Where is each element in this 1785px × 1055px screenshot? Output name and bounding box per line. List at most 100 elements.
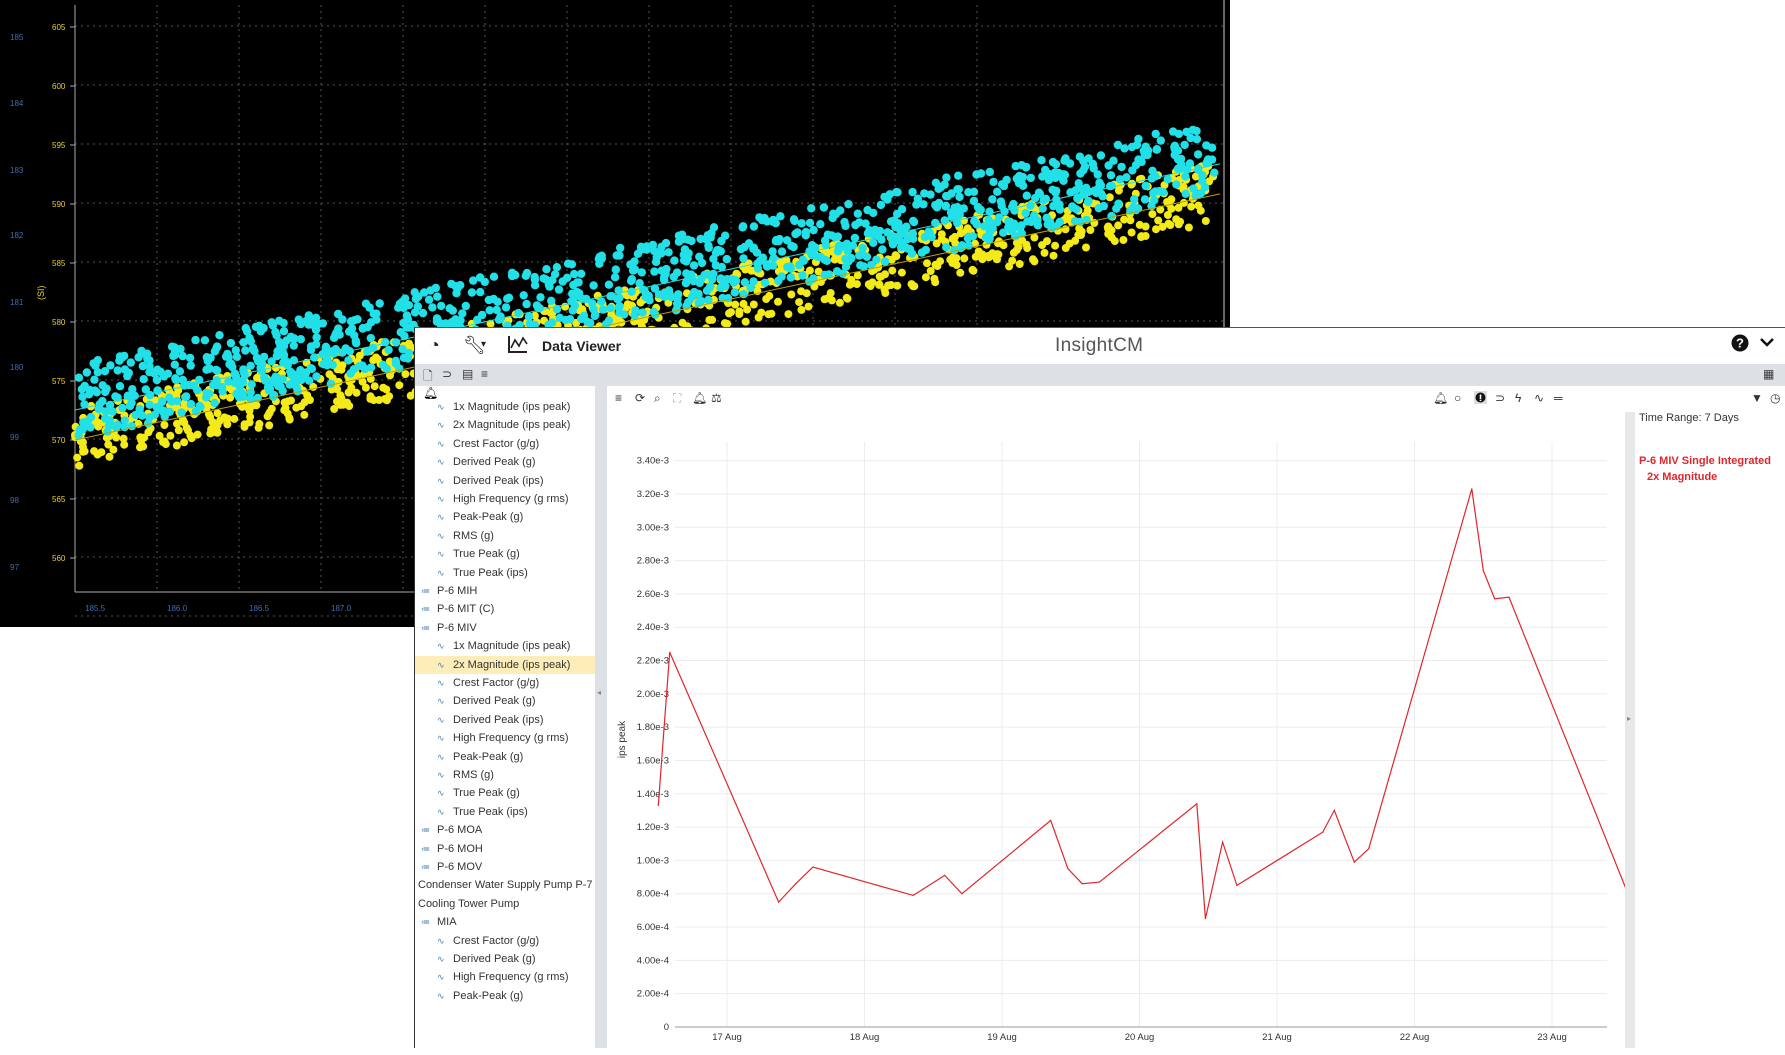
data-point	[693, 289, 702, 298]
data-point	[337, 365, 346, 374]
tree-item[interactable]: ∿ Derived Peak (ips)	[415, 711, 595, 729]
data-point	[961, 893, 963, 895]
new-file-icon[interactable]: 🗋︎	[423, 367, 433, 388]
data-point	[1043, 220, 1053, 229]
fit-icon[interactable]: ⛶	[673, 391, 681, 406]
info-icon[interactable]	[1474, 391, 1487, 407]
data-point	[420, 288, 429, 297]
data-point	[853, 209, 862, 218]
tree-item[interactable]: ≔ P-6 MIH	[415, 582, 595, 600]
tree-item[interactable]: ∿ 1x Magnitude (ips peak)	[415, 398, 595, 416]
y-right-tick-label: 580	[52, 318, 66, 327]
expand-right-icon[interactable]: ▸	[1627, 714, 1631, 723]
zoom-icon[interactable]: ⌕	[654, 391, 661, 406]
data-point	[401, 370, 410, 379]
tree-item[interactable]: ∿ RMS (g)	[415, 766, 595, 784]
tree-item[interactable]: ∿ High Frequency (g rms)	[415, 490, 595, 508]
tree-item[interactable]: ∿ True Peak (ips)	[415, 564, 595, 582]
equals-icon[interactable]: ═	[1554, 391, 1563, 405]
x-tick-label: 185.5	[85, 604, 106, 613]
help-icon[interactable]: ?	[1731, 334, 1749, 359]
tree-item[interactable]: ∿ 1x Magnitude (ips peak)	[415, 637, 595, 655]
page-title: Data Viewer	[542, 338, 622, 354]
data-point	[786, 273, 795, 282]
list-icon[interactable]: ▤	[462, 367, 473, 381]
tree-item[interactable]: ≔ MIA	[415, 913, 595, 931]
data-point	[841, 262, 851, 271]
data-point	[864, 280, 873, 289]
chevron-down-icon[interactable]	[1759, 334, 1775, 357]
tree-item[interactable]: ∿ Derived Peak (g)	[415, 692, 595, 710]
tree-item[interactable]: ≔ P-6 MOV	[415, 858, 595, 876]
tree-item[interactable]: ∿ 2x Magnitude (ips peak)	[415, 655, 595, 674]
data-point	[845, 280, 854, 289]
collapse-left-icon[interactable]: ◂	[597, 688, 601, 697]
data-point	[740, 242, 749, 252]
tree-item[interactable]: ∿ High Frequency (g rms)	[415, 968, 595, 986]
tree-item[interactable]: ∿ Peak-Peak (g)	[415, 508, 595, 526]
data-point	[305, 396, 314, 404]
data-point	[630, 311, 639, 320]
chevron-down-icon[interactable]: ▾	[481, 334, 486, 356]
line-chart-svg: 0 2.00e-4 4.00e-4 6.00e-4 8.00e-4 1.00e-3 1.20…	[617, 442, 1645, 1043]
data-point	[948, 259, 957, 267]
data-point	[827, 231, 836, 240]
feed-icon[interactable]: ⊃	[442, 367, 452, 381]
tree-item[interactable]: ∿ Derived Peak (ips)	[415, 472, 595, 490]
refresh-icon[interactable]: ⟳	[635, 391, 645, 405]
data-point	[79, 438, 87, 447]
filter-icon[interactable]: ▼	[1751, 391, 1763, 405]
tree-item[interactable]: ∿ True Peak (g)	[415, 784, 595, 802]
tree-item[interactable]: ≔ P-6 MIV	[415, 619, 595, 637]
balance-icon[interactable]: ⚖︎	[711, 391, 722, 405]
legend-splitter[interactable]: ▸	[1625, 412, 1635, 1048]
tree-item[interactable]: ≔ P-6 MIT (C)	[415, 600, 595, 618]
comment-icon[interactable]: ○	[1454, 391, 1461, 405]
line-chart[interactable]: 0 2.00e-4 4.00e-4 6.00e-4 8.00e-4 1.00e-3 1.20…	[607, 412, 1645, 1048]
data-point	[202, 365, 211, 374]
clock-icon[interactable]: ◷	[1770, 391, 1780, 405]
data-point	[134, 353, 143, 362]
data-point	[156, 405, 166, 415]
tree-item[interactable]: ≔ P-6 MOA	[415, 821, 595, 839]
chart-icon[interactable]	[507, 334, 529, 359]
data-point	[921, 273, 930, 282]
tree-item[interactable]: ∿ True Peak (g)	[415, 545, 595, 563]
tree-item[interactable]: ∿ Peak-Peak (g)	[415, 748, 595, 766]
data-point	[830, 255, 839, 264]
wave-icon: ∿	[437, 549, 445, 560]
data-point	[542, 265, 551, 274]
bell-icon[interactable]: 🔔︎	[1433, 391, 1448, 405]
tree-item[interactable]: Condenser Water Supply Pump P-7	[415, 876, 595, 894]
tree-item[interactable]: ∿ High Frequency (g rms)	[415, 729, 595, 747]
grid-icon[interactable]: ▦	[1763, 367, 1774, 381]
tree-item[interactable]: ∿ Derived Peak (g)	[415, 453, 595, 471]
tree-item[interactable]: ∿ True Peak (ips)	[415, 803, 595, 821]
tree-item[interactable]: ∿ Derived Peak (g)	[415, 950, 595, 968]
pulse-icon[interactable]: ∿	[1534, 391, 1544, 405]
dashboard-icon[interactable]: ◔	[429, 334, 440, 356]
tree-item[interactable]: ≔ P-6 MOH	[415, 840, 595, 858]
menu-icon[interactable]: ≡	[481, 367, 488, 381]
tree-item[interactable]: ∿ 2x Magnitude (ips peak)	[415, 416, 595, 434]
y-axis-label: (SI)	[36, 285, 46, 300]
tree-item[interactable]: ∿ RMS (g)	[415, 527, 595, 545]
data-point	[1051, 160, 1061, 169]
time-range-label: Time Range: 7 Days	[1639, 412, 1739, 424]
data-point	[674, 231, 684, 240]
data-point	[536, 293, 545, 302]
hamburger-icon[interactable]: ≡	[615, 391, 622, 405]
tree-splitter[interactable]: ◂	[595, 386, 607, 1048]
tree-item[interactable]: Cooling Tower Pump	[415, 895, 595, 913]
y-tick-label: 2.60e-3	[637, 589, 669, 600]
tree-item[interactable]: ∿ Crest Factor (g/g)	[415, 435, 595, 453]
tree-item[interactable]: ∿ Crest Factor (g/g)	[415, 932, 595, 950]
tree-item[interactable]: ∿ Peak-Peak (g)	[415, 987, 595, 1005]
data-point	[1117, 162, 1126, 172]
bolt-icon[interactable]: ϟ	[1515, 391, 1521, 405]
tree-item[interactable]: ∿ Crest Factor (g/g)	[415, 674, 595, 692]
legend-entry[interactable]: P-6 MIV Single Integrated 2x Magnitude	[1639, 453, 1784, 485]
alarm-icon[interactable]: 🔔︎	[692, 391, 707, 405]
feed-icon[interactable]: ⊃	[1495, 391, 1505, 405]
data-point	[684, 298, 693, 307]
